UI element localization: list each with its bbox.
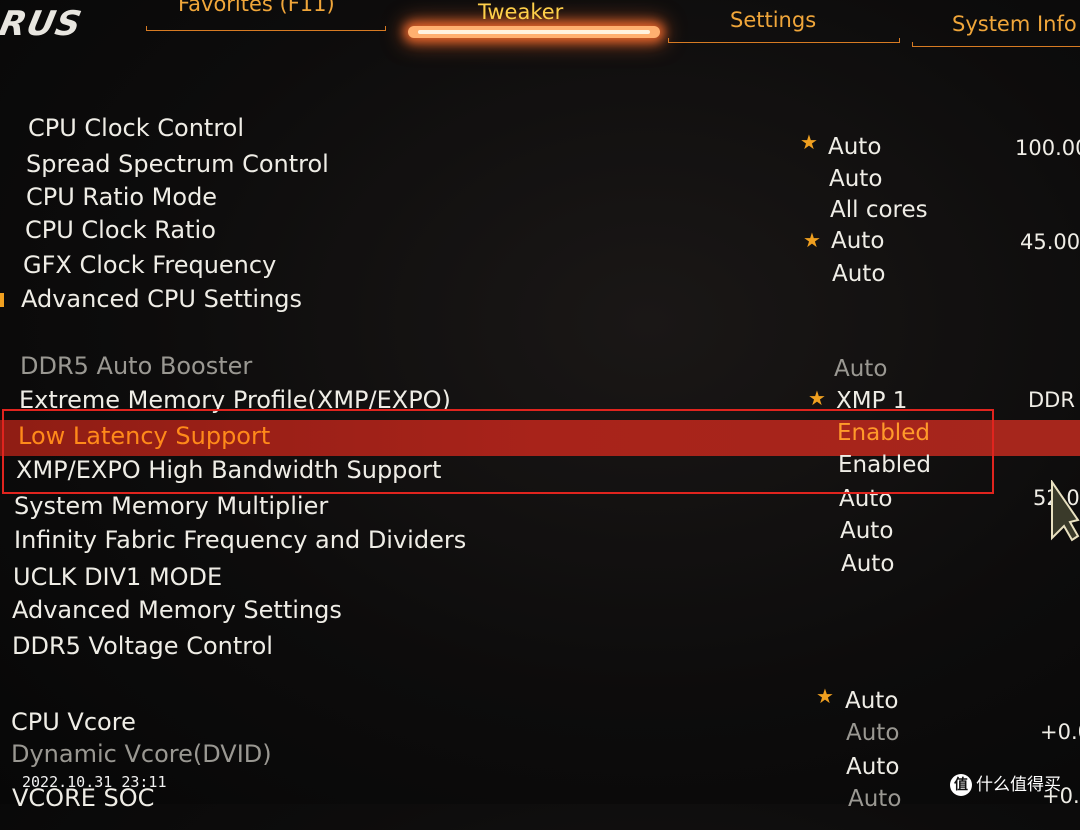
- setting-row-uclk-div1[interactable]: UCLK DIV1 MODE Auto: [0, 551, 1080, 597]
- tab-tweaker-indicator-core: [418, 30, 650, 34]
- setting-label: Advanced CPU Settings: [21, 285, 303, 313]
- setting-label: GFX Clock Frequency: [23, 251, 277, 279]
- annotation-box: [2, 409, 994, 494]
- setting-row-cpu-clock-ratio[interactable]: CPU Clock Ratio ★ Auto 45.00: [0, 216, 1080, 254]
- setting-row-gfx-clock[interactable]: GFX Clock Frequency Auto: [0, 251, 1080, 287]
- setting-label: Spread Spectrum Control: [26, 150, 329, 178]
- setting-row-infinity-fabric[interactable]: Infinity Fabric Frequency and Dividers A…: [0, 518, 1080, 560]
- tab-tweaker[interactable]: Tweaker: [478, 0, 563, 24]
- watermark-text: 什么值得买: [976, 775, 1061, 795]
- setting-row-ddr5-voltage[interactable]: DDR5 Voltage Control: [0, 632, 1080, 666]
- setting-value: Auto: [834, 356, 888, 382]
- setting-row-cpu-clock-control[interactable]: CPU Clock Control ★ Auto 100.00: [0, 114, 1080, 160]
- star-icon: ★: [816, 684, 834, 708]
- setting-label: DDR5 Voltage Control: [12, 632, 273, 660]
- setting-label: CPU Vcore: [11, 708, 136, 736]
- setting-row-cpu-ratio-mode[interactable]: CPU Ratio Mode All cores: [0, 183, 1080, 223]
- setting-label: Infinity Fabric Frequency and Dividers: [14, 526, 467, 554]
- tab-favorites-underline: [146, 26, 386, 31]
- setting-value: Auto: [846, 720, 900, 746]
- setting-row-spread-spectrum[interactable]: Spread Spectrum Control Auto: [0, 150, 1080, 192]
- setting-label: Dynamic Vcore(DVID): [11, 740, 272, 768]
- star-icon: ★: [808, 386, 826, 410]
- setting-label: DDR5 Auto Booster: [20, 352, 253, 380]
- setting-extra-value: DDR: [1028, 388, 1075, 412]
- setting-row-cpu-vcore[interactable]: CPU Vcore ★ Auto: [0, 684, 1080, 742]
- watermark: 值什么值得买: [950, 770, 1061, 796]
- tab-settings[interactable]: Settings: [730, 8, 816, 32]
- setting-label: Advanced Memory Settings: [12, 596, 342, 624]
- photo-timestamp: 2022.10.31 23:11: [22, 773, 167, 791]
- setting-value[interactable]: Auto: [832, 261, 885, 287]
- setting-row-memory-multiplier[interactable]: System Memory Multiplier Auto 52.0: [0, 486, 1080, 526]
- mouse-cursor-icon: [1051, 480, 1080, 542]
- setting-row-cut-off[interactable]: Auto: [0, 786, 1080, 830]
- setting-extra-value: +0.0: [1040, 720, 1080, 744]
- setting-value[interactable]: Auto: [841, 551, 894, 577]
- tab-settings-underline: [668, 38, 900, 43]
- brand-logo: RUS: [0, 4, 86, 44]
- setting-row-ddr5-auto-booster: DDR5 Auto Booster Auto: [0, 352, 1080, 386]
- submenu-marker: [0, 293, 4, 307]
- setting-label: UCLK DIV1 MODE: [13, 563, 223, 591]
- setting-value[interactable]: Auto: [846, 754, 899, 780]
- setting-row-dynamic-vcore: Dynamic Vcore(DVID) Auto +0.0: [0, 720, 1080, 774]
- setting-label: System Memory Multiplier: [14, 492, 329, 520]
- tab-system-info-underline: [912, 42, 1080, 47]
- tab-favorites[interactable]: Favorites (F11): [178, 0, 335, 16]
- setting-value[interactable]: Auto: [840, 518, 893, 544]
- setting-label: CPU Clock Control: [28, 114, 245, 142]
- setting-row-advanced-memory[interactable]: Advanced Memory Settings: [0, 596, 1080, 630]
- setting-label: CPU Clock Ratio: [25, 216, 216, 244]
- top-nav: RUS Favorites (F11) Tweaker Settings Sys…: [0, 0, 1080, 70]
- tab-system-info[interactable]: System Info: [952, 12, 1077, 36]
- watermark-logo-icon: 值: [950, 774, 972, 796]
- star-icon: ★: [803, 228, 821, 252]
- setting-row-advanced-cpu[interactable]: Advanced CPU Settings: [0, 285, 1080, 319]
- setting-value[interactable]: Auto: [848, 786, 901, 812]
- setting-value[interactable]: Auto: [845, 688, 898, 714]
- setting-label: CPU Ratio Mode: [26, 183, 218, 211]
